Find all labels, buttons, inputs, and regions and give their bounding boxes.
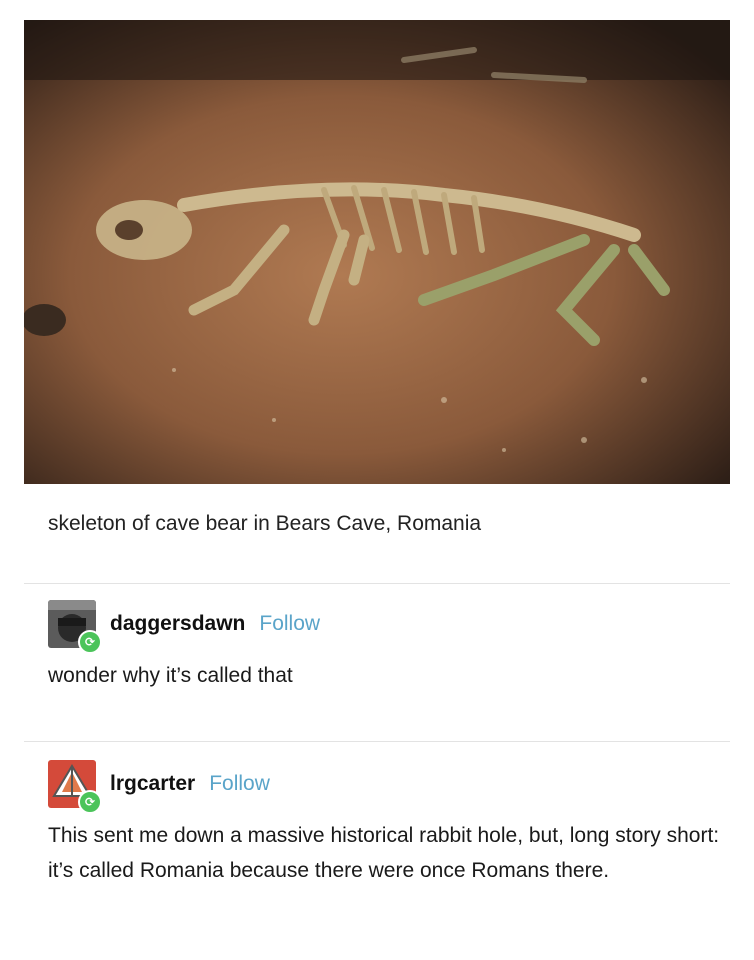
post-photo[interactable]: [24, 20, 730, 484]
post-caption: skeleton of cave bear in Bears Cave, Rom…: [48, 512, 482, 535]
username[interactable]: lrgcarter: [110, 772, 195, 796]
username[interactable]: daggersdawn: [110, 612, 245, 636]
reblog-icon: ⟳: [78, 790, 102, 814]
divider: [24, 583, 730, 584]
reblog-text: This sent me down a massive historical r…: [48, 824, 720, 882]
reblog-text: wonder why it’s called that: [48, 664, 293, 687]
avatar[interactable]: ⟳: [48, 760, 102, 814]
reblog-header: ⟳ daggersdawn Follow: [48, 600, 728, 654]
follow-button[interactable]: Follow: [259, 612, 320, 636]
divider: [24, 741, 730, 742]
follow-button[interactable]: Follow: [209, 772, 270, 796]
cave-bear-skeleton-image: [24, 20, 730, 484]
reblog-icon: ⟳: [78, 630, 102, 654]
reblog-entry: ⟳ lrgcarter Follow This sent me down a m…: [48, 760, 728, 888]
avatar[interactable]: ⟳: [48, 600, 102, 654]
reblog-entry: ⟳ daggersdawn Follow wonder why it’s cal…: [48, 600, 728, 693]
reblog-header: ⟳ lrgcarter Follow: [48, 760, 728, 814]
